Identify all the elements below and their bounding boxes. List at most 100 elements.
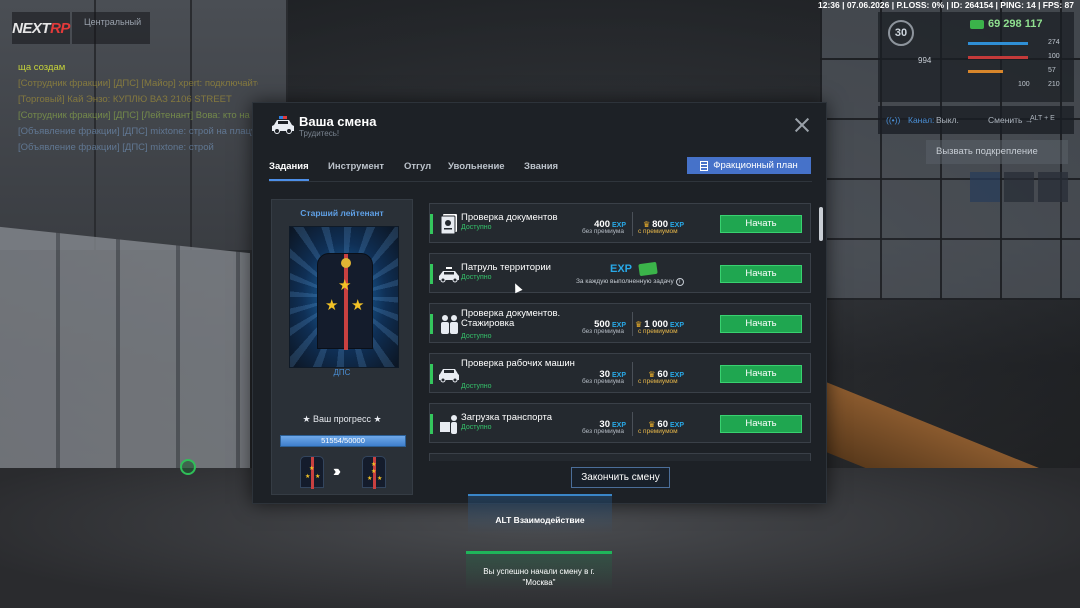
- stat-value: 100: [1048, 53, 1060, 60]
- cash-icon: [638, 261, 658, 277]
- shift-modal: Ваша смена Трудитесь! Задания Инструмент…: [252, 102, 827, 504]
- interaction-prompt: ALT Взаимодействие: [468, 494, 612, 534]
- start-task-button[interactable]: Начать: [720, 415, 802, 433]
- interaction-text: ALT Взаимодействие: [495, 515, 585, 525]
- next-rank-icon: ★ ★ ★ ★: [362, 456, 386, 489]
- exp-icon: EXP: [610, 263, 633, 275]
- current-rank-icon: ★ ★ ★: [300, 456, 324, 489]
- radio-keys: ALT + E: [1030, 115, 1055, 122]
- tab-ranks[interactable]: Звания: [524, 161, 558, 172]
- chat-line: [Объявление фракции] [ДПС] mixtone: стро…: [18, 126, 258, 137]
- call-backup-button[interactable]: Вызвать подкрепление: [926, 140, 1068, 164]
- notification-bell-icon[interactable]: [1038, 172, 1068, 202]
- document-icon: [440, 214, 457, 235]
- rank-upgrade: ★ ★ ★ ››› ★ ★ ★ ★: [300, 456, 386, 489]
- hunger-bar: [968, 70, 1003, 73]
- health-bar: [968, 56, 1028, 59]
- exp-sub: без премиума: [582, 228, 625, 235]
- finish-shift-button[interactable]: Закончить смену: [571, 467, 670, 488]
- stat-value: 210: [1048, 81, 1060, 88]
- chat-line: [Сотрудник фракции] [ДПС] [Лейтенант] Во…: [18, 110, 258, 121]
- stat-bar: [968, 42, 1028, 45]
- calendar-icon[interactable]: [970, 172, 1000, 202]
- start-task-button[interactable]: Начать: [720, 365, 802, 383]
- patrol-car-icon: [439, 267, 459, 283]
- exp-sub-premium: с премиумом: [638, 228, 678, 235]
- map-marker-icon: [180, 459, 196, 475]
- start-task-button[interactable]: Начать: [720, 215, 802, 233]
- task-name: Патруль территории: [461, 262, 551, 273]
- shift-notification: Вы успешно начали смену в г. "Москва": [466, 551, 612, 591]
- officers-icon: [441, 315, 458, 334]
- exp-sub: без премиума: [582, 328, 625, 335]
- task-row: Проверка рабочих машин Доступно 30 EXP бе…: [429, 353, 811, 393]
- tab-tasks[interactable]: Задания: [269, 161, 309, 172]
- faction-plan-button[interactable]: Фракционный план: [687, 157, 811, 174]
- work-car-icon: [439, 369, 459, 383]
- task-row: [429, 453, 811, 461]
- chat-line: [Объявление фракции] [ДПС] mixtone: стро…: [18, 142, 214, 153]
- exp-sub: без премиума: [582, 428, 625, 435]
- task-row: Проверка документов. Стажировка Доступно…: [429, 303, 811, 343]
- radio-channel-label: Канал:: [908, 115, 935, 125]
- start-task-button[interactable]: Начать: [720, 265, 802, 283]
- task-name: Загрузка транспорта: [461, 412, 553, 423]
- level-badge: 30: [888, 20, 914, 46]
- menu-icon[interactable]: [1004, 172, 1034, 202]
- chevrons-right-icon: ›››: [333, 463, 341, 480]
- stat-value: 57: [1048, 67, 1056, 74]
- rank-name: Старший лейтенант: [300, 208, 384, 218]
- radio-change-label: Сменить →: [988, 115, 1034, 125]
- task-name: Проверка документов: [461, 212, 558, 223]
- rank-department: ДПС: [333, 368, 351, 377]
- task-status: Доступно: [461, 424, 492, 431]
- exp-sub-premium: с премиумом: [638, 428, 678, 435]
- chat-line: [Сотрудник фракции] [ДПС] [Майор] xpert:…: [18, 78, 258, 89]
- tab-resignation[interactable]: Увольнение: [448, 161, 505, 172]
- radio-channel-value: Выкл.: [936, 115, 959, 125]
- tab-tools[interactable]: Инструмент: [328, 161, 384, 172]
- chat-line: [Торговый] Кай Энзо: КУПЛЮ ВАЗ 2106 STRE…: [18, 94, 232, 105]
- task-status: Доступно: [461, 274, 492, 281]
- exp-sub-premium: с премиумом: [638, 378, 678, 385]
- tab-day-off[interactable]: Отгул: [404, 161, 431, 172]
- task-list-scrollbar[interactable]: [819, 207, 823, 241]
- radio-panel: ((•)) Канал: Выкл. Сменить → ALT + E: [878, 106, 1074, 134]
- radio-icon: ((•)): [886, 115, 901, 125]
- police-car-icon: [272, 116, 294, 134]
- stat-value: 274: [1048, 39, 1060, 46]
- progress-text: 51554/50000: [321, 436, 365, 445]
- rank-progress-bar: 51554/50000: [280, 435, 406, 447]
- stat-value: 100: [1018, 81, 1030, 88]
- server-logo: NEXT RP: [12, 12, 70, 44]
- task-status: Доступно: [461, 383, 492, 390]
- exp-sub: без премиума: [582, 378, 625, 385]
- hud-value: 994: [918, 56, 932, 65]
- task-name: Проверка рабочих машин: [461, 358, 575, 369]
- exp-sub-premium: с премиумом: [638, 328, 678, 335]
- modal-header: Ваша смена Трудитесь!: [253, 103, 826, 147]
- task-note: За каждую выполненную задачу i: [576, 278, 684, 286]
- faction-plan-label: Фракционный план: [713, 160, 798, 171]
- server-name: Центральный: [72, 12, 150, 44]
- task-row: Загрузка транспорта Доступно 30 EXP без п…: [429, 403, 811, 443]
- task-status: Доступно: [461, 333, 492, 340]
- chat-line: ща создам: [18, 62, 66, 73]
- progress-label: ★ Ваш прогресс ★: [302, 414, 382, 424]
- task-row: Проверка документов Доступно 400 EXP без …: [429, 203, 811, 243]
- task-list: Проверка документов Доступно 400 EXP без …: [429, 199, 811, 461]
- document-icon: [700, 160, 709, 171]
- rank-card: ★ ★ ★: [289, 226, 399, 368]
- tabs-divider: [269, 181, 812, 182]
- money-value: 69 298 117: [988, 18, 1043, 30]
- start-task-button[interactable]: Начать: [720, 315, 802, 333]
- close-icon[interactable]: [794, 117, 810, 133]
- task-row: Патруль территории Доступно EXP За кажду…: [429, 253, 811, 293]
- modal-subtitle: Трудитесь!: [299, 129, 340, 138]
- modal-title: Ваша смена: [299, 114, 377, 129]
- rank-panel: Старший лейтенант ★ ★ ★ ДПС ★ Ваш прогре…: [271, 199, 413, 495]
- money-icon: [970, 20, 984, 29]
- task-status: Доступно: [461, 224, 492, 231]
- player-hud: 30 69 298 117 994 274 100 57 100 210: [878, 12, 1074, 102]
- system-stats: 12:36 | 07.06.2026 | P.LOSS: 0% | ID: 26…: [817, 0, 1074, 10]
